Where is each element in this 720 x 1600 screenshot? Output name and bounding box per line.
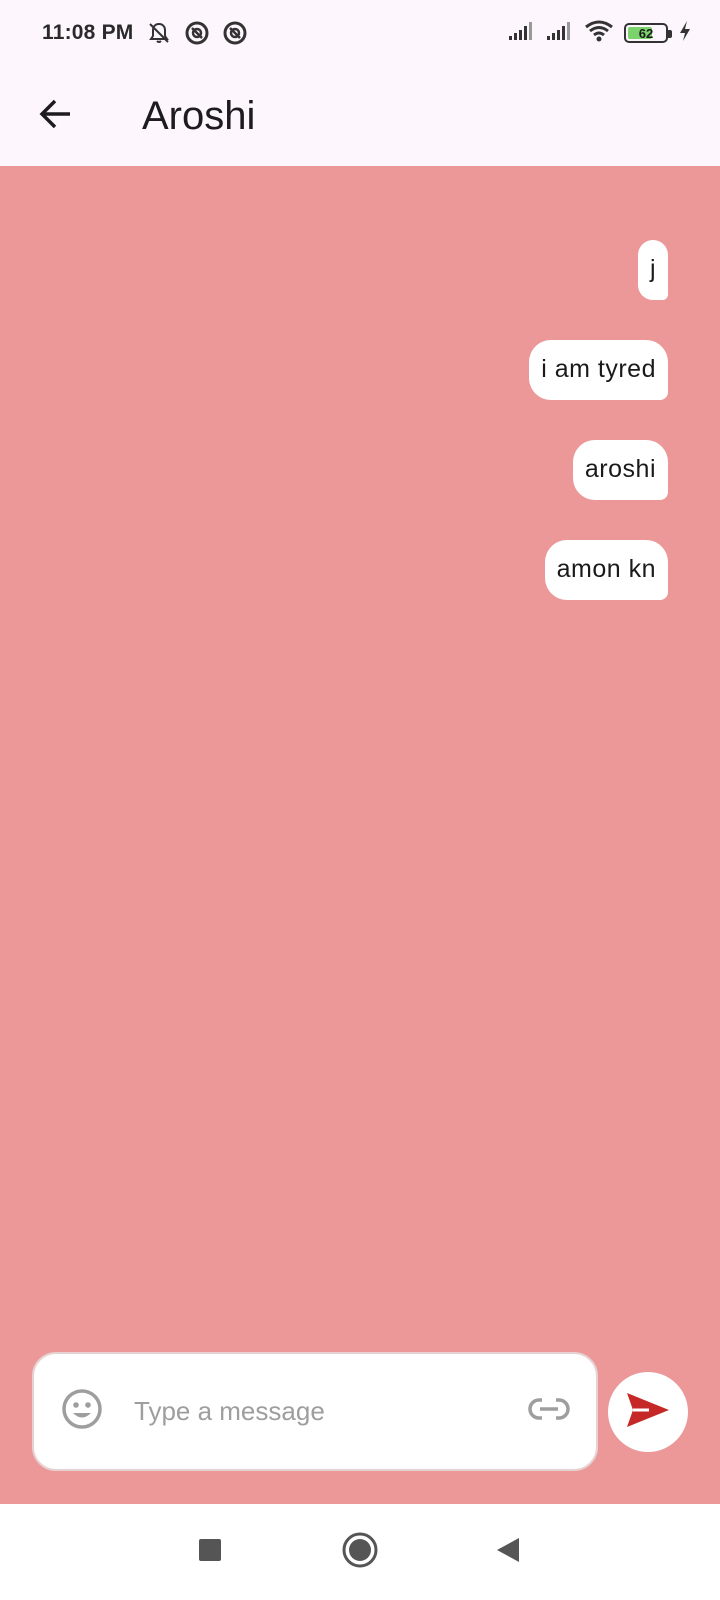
link-icon (528, 1397, 570, 1426)
status-right: 62 (508, 19, 692, 48)
recent-apps-icon (197, 1537, 223, 1568)
status-time: 11:08 PM (42, 21, 134, 44)
message-bubble[interactable]: i am tyred (529, 340, 668, 400)
chat-title: Aroshi (142, 93, 256, 138)
message-input[interactable] (134, 1396, 526, 1427)
emoji-icon (61, 1388, 103, 1435)
battery-icon: 62 (624, 23, 672, 43)
attach-link-button[interactable] (526, 1389, 572, 1435)
status-left: 11:08 PM (42, 20, 248, 46)
wifi-icon (584, 19, 614, 48)
chat-area[interactable]: j i am tyred aroshi amon kn (0, 166, 720, 1504)
status-bar: 11:08 PM 62 (0, 0, 720, 66)
system-back-button[interactable] (488, 1532, 528, 1572)
send-icon (625, 1390, 671, 1435)
emoji-button[interactable] (60, 1388, 104, 1435)
sync-icon (222, 20, 248, 46)
chat-screen: 11:08 PM 62 Aroshi j i am tyred aroshi a… (0, 0, 720, 1600)
app-bar: Aroshi (0, 66, 720, 166)
system-nav-bar (0, 1504, 720, 1600)
signal-icon (546, 21, 574, 46)
send-button[interactable] (608, 1372, 688, 1452)
recent-apps-button[interactable] (190, 1532, 230, 1572)
bell-off-icon (146, 20, 172, 46)
back-icon (495, 1536, 521, 1569)
arrow-back-icon (38, 96, 74, 137)
battery-level: 62 (638, 25, 654, 41)
charging-icon (678, 20, 692, 47)
home-icon (341, 1531, 379, 1574)
signal-icon (508, 21, 536, 46)
back-button[interactable] (26, 86, 86, 146)
message-bubble[interactable]: amon kn (544, 540, 668, 600)
message-list: j i am tyred aroshi amon kn (529, 240, 668, 640)
sync-icon (184, 20, 210, 46)
message-bubble[interactable]: aroshi (572, 440, 668, 500)
home-button[interactable] (340, 1532, 380, 1572)
battery-cap (668, 30, 672, 38)
message-composer (32, 1352, 598, 1471)
message-bubble[interactable]: j (637, 240, 668, 300)
